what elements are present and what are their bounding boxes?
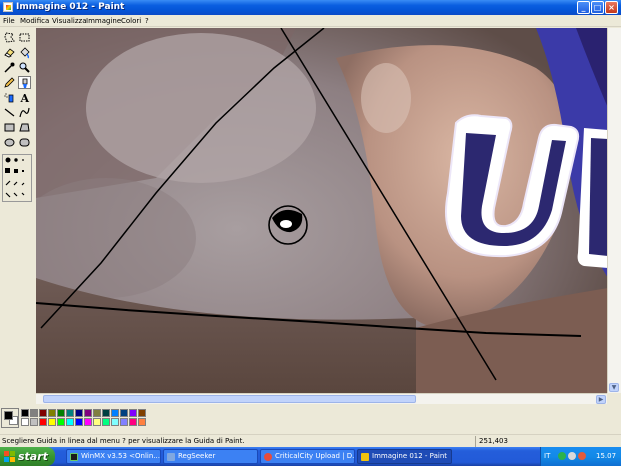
language-indicator[interactable]: IT	[544, 451, 550, 461]
palette-swatch[interactable]	[48, 418, 56, 426]
palette-swatch[interactable]	[84, 418, 92, 426]
menu-file[interactable]: File	[3, 16, 15, 26]
palette-swatch[interactable]	[129, 409, 137, 417]
palette-swatch[interactable]	[111, 418, 119, 426]
minimize-button[interactable]: _	[577, 1, 590, 14]
menu-immagine[interactable]: Immagine	[86, 16, 121, 26]
rect-select-icon[interactable]	[18, 31, 31, 44]
polygon-icon[interactable]	[18, 121, 31, 134]
windows-flag-icon	[4, 451, 15, 462]
menu-colori[interactable]: Colori	[121, 16, 141, 26]
palette-swatch[interactable]	[30, 418, 38, 426]
task-paint[interactable]: Immagine 012 - Paint	[357, 449, 452, 464]
palette-swatch[interactable]	[39, 418, 47, 426]
task-label: WinMX v3.53 <Onlin...	[81, 452, 160, 460]
maximize-button[interactable]: □	[591, 1, 604, 14]
current-colors[interactable]	[1, 408, 19, 428]
magnifier-icon[interactable]	[18, 61, 31, 74]
palette-swatch[interactable]	[75, 418, 83, 426]
ellipse-icon[interactable]	[3, 136, 16, 149]
status-bar: Scegliere Guida in linea dal menu ? per …	[0, 434, 621, 447]
task-winmx[interactable]: WinMX v3.53 <Onlin...	[66, 449, 161, 464]
brush-icon[interactable]	[18, 76, 31, 89]
task-label: Immagine 012 - Paint	[372, 452, 448, 460]
palette-swatch[interactable]	[66, 409, 74, 417]
palette-swatch[interactable]	[138, 418, 146, 426]
scroll-right-button[interactable]: ▶	[596, 395, 606, 404]
palette-swatch[interactable]	[57, 409, 65, 417]
palette-swatch[interactable]	[138, 409, 146, 417]
rounded-rect-icon[interactable]	[18, 136, 31, 149]
palette-swatch[interactable]	[102, 409, 110, 417]
palette-swatch[interactable]	[21, 418, 29, 426]
free-select-icon[interactable]	[3, 31, 16, 44]
palette-swatch[interactable]	[84, 409, 92, 417]
window-title: Immagine 012 - Paint	[16, 2, 125, 12]
toolbox: A	[0, 28, 35, 406]
palette-swatch[interactable]	[30, 409, 38, 417]
palette-swatch[interactable]	[120, 418, 128, 426]
status-divider	[475, 436, 476, 447]
vertical-scrollbar[interactable]: ▼	[607, 28, 621, 393]
color-picker-icon[interactable]	[3, 61, 16, 74]
status-help-text: Scegliere Guida in linea dal menu ? per …	[2, 437, 245, 445]
horizontal-scroll-thumb[interactable]	[43, 395, 416, 403]
horizontal-scrollbar[interactable]: ▶	[36, 393, 607, 404]
task-label: CriticalCity Upload | D...	[275, 452, 355, 460]
tray-clock: 15.07	[596, 452, 617, 460]
palette-swatch[interactable]	[93, 418, 101, 426]
canvas-image	[36, 28, 608, 393]
start-button[interactable]: start	[0, 447, 55, 466]
menu-modifica[interactable]: Modifica	[20, 16, 49, 26]
menu-bar: File Modifica Visualizza Immagine Colori…	[0, 15, 621, 27]
palette-swatch[interactable]	[57, 418, 65, 426]
title-bar[interactable]: Immagine 012 - Paint _ □ ×	[0, 0, 621, 15]
svg-text:A: A	[20, 92, 30, 104]
palette-swatch[interactable]	[129, 418, 137, 426]
winmx-icon	[70, 453, 78, 461]
tray-volume-icon[interactable]	[568, 452, 576, 460]
eraser-icon[interactable]	[3, 46, 16, 59]
palette-swatch[interactable]	[39, 409, 47, 417]
brush-shape-options[interactable]	[2, 154, 32, 202]
text-icon[interactable]: A	[18, 91, 31, 104]
menu-help[interactable]: ?	[145, 16, 149, 26]
palette-swatch[interactable]	[111, 409, 119, 417]
taskbar: start WinMX v3.53 <Onlin... RegSeeker Cr…	[0, 447, 621, 466]
task-label: RegSeeker	[178, 452, 216, 460]
palette-swatch[interactable]	[48, 409, 56, 417]
paint-app-icon	[3, 2, 13, 12]
menu-visualizza[interactable]: Visualizza	[52, 16, 86, 26]
palette-swatch[interactable]	[120, 409, 128, 417]
tray-network-icon[interactable]	[558, 452, 566, 460]
palette-swatch[interactable]	[93, 409, 101, 417]
airbrush-icon[interactable]	[3, 91, 16, 104]
regseeker-icon	[167, 453, 175, 461]
scroll-down-button[interactable]: ▼	[609, 383, 619, 392]
palette-swatch[interactable]	[21, 409, 29, 417]
foreground-color-swatch[interactable]	[4, 411, 13, 420]
close-button[interactable]: ×	[605, 1, 618, 14]
paint-window: Immagine 012 - Paint _ □ × File Modifica…	[0, 0, 621, 447]
palette-swatch[interactable]	[66, 418, 74, 426]
palette-swatch[interactable]	[75, 409, 83, 417]
start-label: start	[18, 450, 48, 463]
drawing-canvas[interactable]	[36, 28, 608, 393]
line-icon[interactable]	[3, 106, 16, 119]
pencil-icon[interactable]	[3, 76, 16, 89]
cursor-coordinates: 251,403	[479, 437, 508, 445]
fill-icon[interactable]	[18, 46, 31, 59]
rectangle-icon[interactable]	[3, 121, 16, 134]
task-regseeker[interactable]: RegSeeker	[163, 449, 258, 464]
color-palette	[0, 406, 621, 430]
curve-icon[interactable]	[18, 106, 31, 119]
tray-security-icon[interactable]	[578, 452, 586, 460]
paint-task-icon	[361, 453, 369, 461]
task-criticalcity[interactable]: CriticalCity Upload | D...	[260, 449, 355, 464]
browser-icon	[264, 453, 272, 461]
palette-swatch[interactable]	[102, 418, 110, 426]
